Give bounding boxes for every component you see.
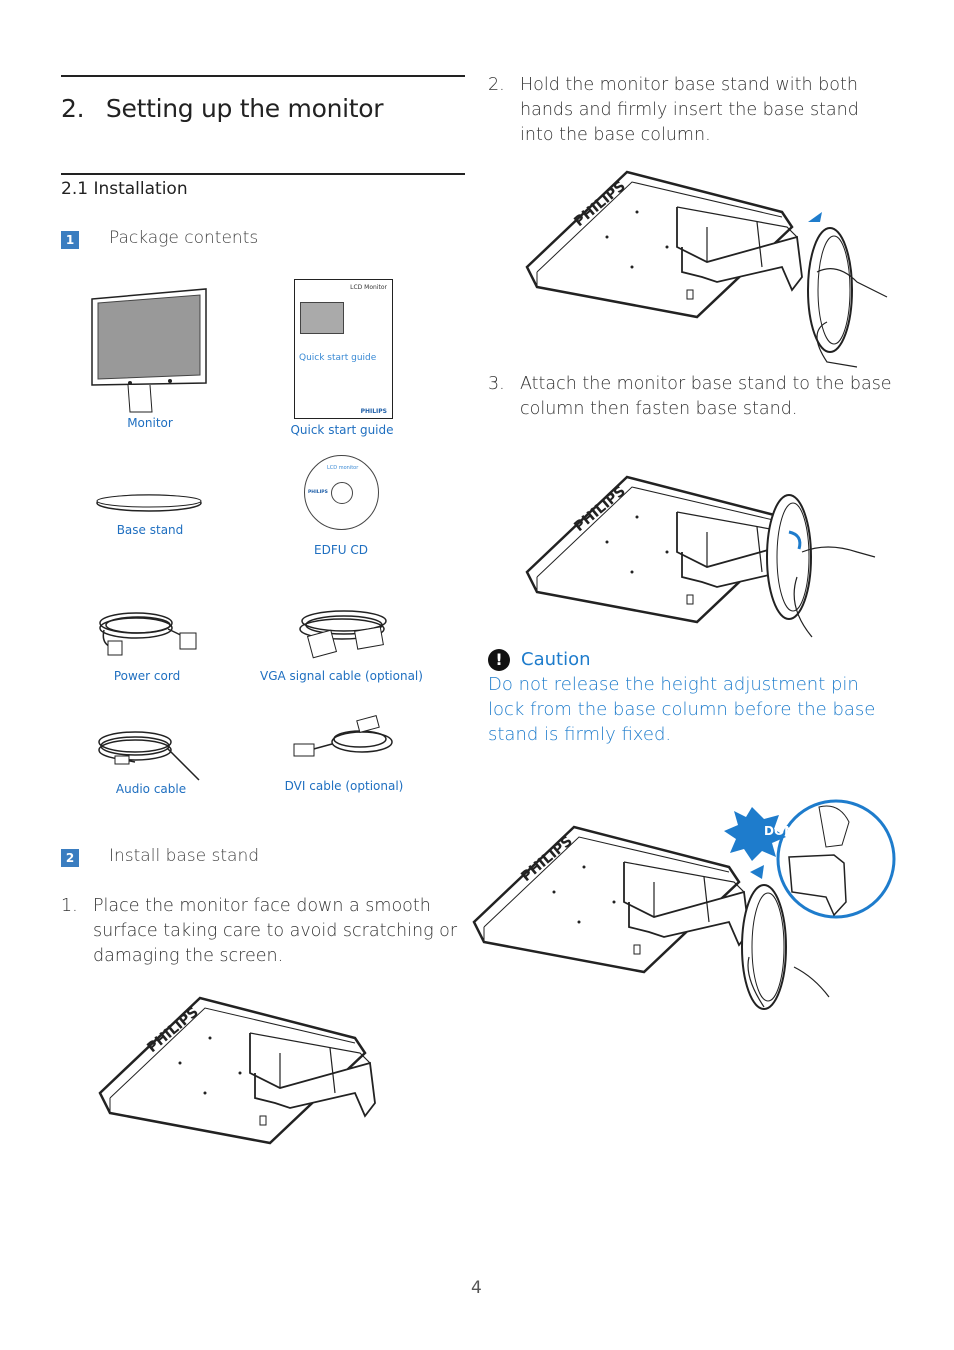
cd-brand: PHILIPS — [308, 490, 328, 495]
instruction-1: 1. Place the monitor face down a smooth … — [61, 894, 471, 969]
quick-start-guide-cover: LCD Monitor Quick start guide PHILIPS — [294, 279, 393, 419]
package-item-label: Power cord — [113, 669, 181, 683]
guide-cover-title: LCD Monitor — [350, 284, 387, 291]
cd-title: LCD monitor — [327, 465, 359, 471]
base-stand-illustration — [96, 494, 202, 512]
package-item-label: Audio cable — [115, 782, 187, 796]
caution-header: ! Caution — [488, 647, 893, 672]
subsection-number: 2.1 — [61, 179, 89, 199]
subsection-rule — [61, 173, 465, 175]
page-number: 4 — [471, 1278, 482, 1298]
caution-block: ! Caution Do not release the height adju… — [488, 647, 893, 747]
cd-hole — [331, 482, 353, 504]
instruction-text: Attach the monitor base stand to the bas… — [520, 374, 892, 419]
step-badge: 2 — [61, 849, 79, 867]
dvi-cable-illustration — [293, 715, 393, 757]
vga-cable-illustration — [299, 610, 387, 659]
step-title: Package contents — [109, 228, 259, 248]
monitor-illustration — [91, 288, 207, 413]
section-number: 2. — [61, 94, 85, 123]
subsection-title: 2.1 Installation — [61, 179, 188, 199]
guide-cover-brand: PHILIPS — [360, 408, 387, 415]
guide-cover-monitor-image — [300, 302, 344, 334]
instruction-3: 3. Attach the monitor base stand to the … — [488, 372, 893, 422]
instruction-text: Place the monitor face down a smooth sur… — [93, 896, 458, 966]
package-item-label: VGA signal cable (optional) — [260, 669, 423, 683]
attach-base-stand-illustration — [525, 475, 876, 638]
caution-title: Caution — [521, 649, 591, 670]
step-badge: 1 — [61, 231, 79, 249]
caution-text: Do not release the height adjustment pin… — [488, 674, 876, 745]
instruction-text: Hold the monitor base stand with both ha… — [520, 75, 859, 145]
instruction-2: 2. Hold the monitor base stand with both… — [488, 73, 893, 148]
package-item-label: Monitor — [127, 416, 173, 430]
section-title-text: Setting up the monitor — [105, 94, 384, 123]
dont-release-pin-illustration — [472, 799, 896, 1010]
power-cord-illustration — [99, 612, 197, 656]
subsection-title-text: Installation — [93, 179, 188, 199]
package-item-label: DVI cable (optional) — [284, 779, 404, 793]
instruction-number: 3. — [488, 374, 505, 394]
package-item-label: Quick start guide — [290, 423, 394, 437]
section-title: 2. Setting up the monitor — [61, 94, 384, 123]
dont-badge: DON'T — [764, 824, 807, 838]
exclamation-circle-icon: ! — [488, 648, 510, 671]
monitor-face-down-illustration — [98, 996, 377, 1145]
package-item-label: Base stand — [116, 523, 184, 537]
package-item-label: EDFU CD — [314, 543, 368, 557]
section-rule-top — [61, 75, 465, 77]
insert-base-stand-illustration — [525, 170, 888, 368]
edfu-cd: LCD monitor PHILIPS — [304, 455, 379, 530]
step-title: Install base stand — [109, 846, 260, 866]
instruction-number: 1. — [61, 896, 78, 916]
instruction-number: 2. — [488, 75, 505, 95]
guide-cover-subtitle: Quick start guide — [299, 353, 377, 363]
audio-cable-illustration — [98, 731, 200, 781]
